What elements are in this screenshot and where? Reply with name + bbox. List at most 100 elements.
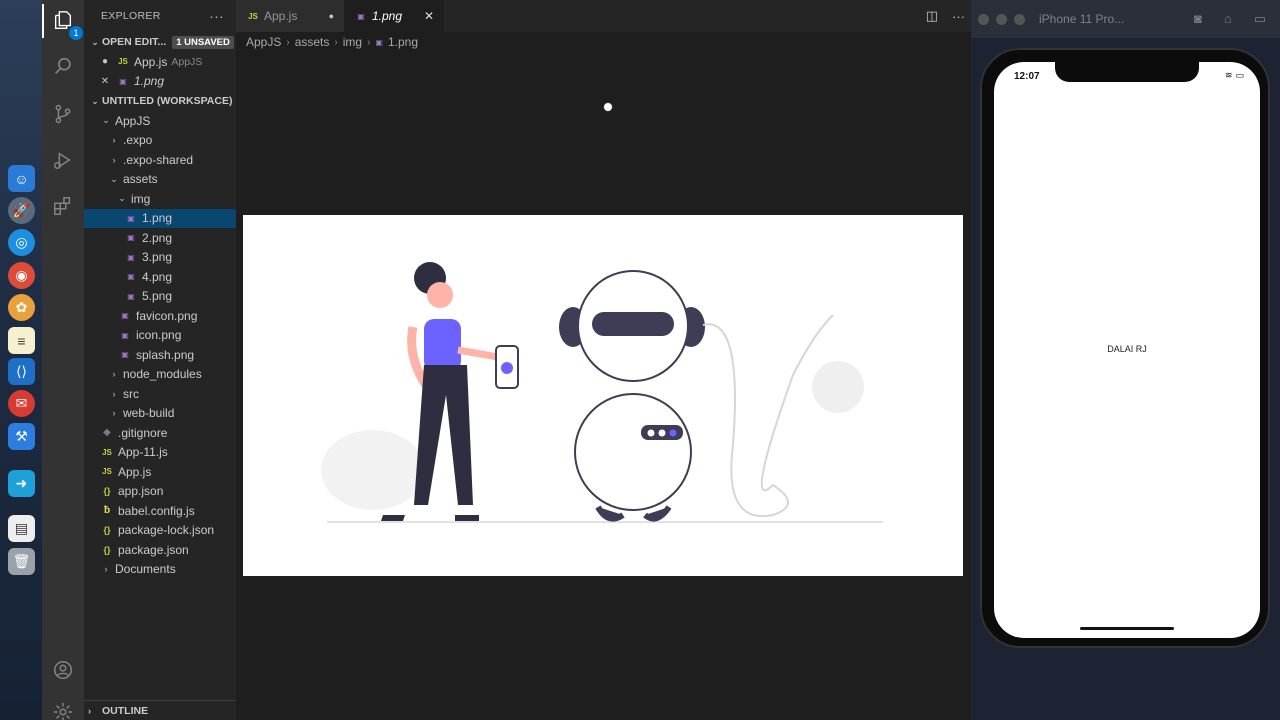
js-file-icon: JS: [102, 467, 112, 477]
finder-icon[interactable]: ☺: [8, 165, 35, 192]
screenshot-icon[interactable]: ◙: [1194, 11, 1202, 27]
split-editor-icon[interactable]: ◫: [926, 8, 938, 24]
tree-item[interactable]: ⌄ assets: [84, 170, 236, 190]
breadcrumb-item[interactable]: 1.png: [388, 35, 418, 49]
workspace-section[interactable]: ⌄ UNTITLED (WORKSPACE): [84, 91, 236, 111]
explorer-sidebar: EXPLORER ··· ⌄ OPEN EDIT... 1 UNSAVED ● …: [84, 0, 236, 720]
tree-item[interactable]: {} app.json: [84, 482, 236, 502]
tree-item[interactable]: ◆ .gitignore: [84, 423, 236, 443]
tree-item-documents[interactable]: › Documents: [84, 560, 236, 580]
tree-item[interactable]: › .expo-shared: [84, 150, 236, 170]
breadcrumb-item[interactable]: img: [343, 35, 362, 49]
open-editor-detail: AppJS: [171, 55, 203, 68]
js-file-icon: JS: [248, 11, 258, 21]
chevron-right-icon: ›: [88, 705, 91, 716]
chevron-right-icon: ›: [112, 388, 116, 399]
xcode-icon[interactable]: ⚒: [8, 423, 35, 450]
bg-circle-shape: [812, 361, 864, 413]
tree-item[interactable]: ƀ babel.config.js: [84, 501, 236, 521]
phone-screen[interactable]: 12:07 ≋ ▭ DALAI RJ: [994, 62, 1260, 638]
tree-item[interactable]: ▣ icon.png: [84, 326, 236, 346]
rotate-icon[interactable]: ▭: [1254, 11, 1266, 27]
search-icon[interactable]: [49, 52, 77, 80]
tree-item[interactable]: ⌄ img: [84, 189, 236, 209]
tree-item[interactable]: › web-build: [84, 404, 236, 424]
open-editor-item[interactable]: ● JS App.js AppJS: [84, 52, 236, 72]
tree-item[interactable]: JS App-11.js: [84, 443, 236, 463]
tree-item[interactable]: ▣ 5.png: [84, 287, 236, 307]
tree-item[interactable]: ▣ 2.png: [84, 228, 236, 248]
tree-item[interactable]: ▣ 1.png: [84, 208, 236, 228]
minimize-window-button[interactable]: [996, 13, 1007, 25]
unsaved-dot-icon[interactable]: ●: [329, 11, 334, 21]
explorer-title: EXPLORER: [101, 10, 161, 22]
image-file-icon: ▣: [121, 330, 129, 340]
tree-item[interactable]: ▣ splash.png: [84, 345, 236, 365]
chevron-right-icon: ›: [334, 36, 338, 48]
image-file-icon: ▣: [127, 272, 135, 282]
close-icon[interactable]: ✕: [98, 76, 112, 87]
file-tree: ⌄ AppJS › .expo › .expo-shared ⌄ assets ⌄ img ▣ 1.p…: [84, 111, 236, 560]
trash-icon[interactable]: 🗑: [8, 548, 35, 575]
home-indicator[interactable]: [1080, 627, 1174, 630]
breadcrumb-item[interactable]: assets: [295, 35, 330, 49]
notes-icon[interactable]: ≡: [8, 327, 35, 354]
photos-icon[interactable]: ✿: [8, 294, 35, 321]
tree-item-label: App.js: [118, 464, 152, 479]
tree-item-label: src: [123, 386, 139, 401]
tree-item[interactable]: ⌄ AppJS: [84, 111, 236, 131]
tree-item[interactable]: {} package-lock.json: [84, 521, 236, 541]
explorer-badge: 1: [69, 26, 83, 40]
tree-item[interactable]: ▣ 4.png: [84, 267, 236, 287]
tree-item[interactable]: › node_modules: [84, 365, 236, 385]
vscode-icon[interactable]: ⟨⟩: [8, 358, 35, 385]
more-actions-icon[interactable]: ···: [952, 9, 965, 24]
tree-item[interactable]: {} package.json: [84, 540, 236, 560]
explorer-icon[interactable]: 1: [49, 6, 83, 40]
document-icon[interactable]: ▤: [8, 515, 35, 542]
zoom-window-button[interactable]: [1014, 13, 1025, 25]
tree-item-label: App-11.js: [118, 445, 168, 460]
more-actions-icon[interactable]: ···: [209, 8, 224, 24]
chevron-right-icon: ›: [104, 564, 108, 575]
tree-item-label: AppJS: [115, 113, 151, 128]
chevron-right-icon: ›: [286, 36, 290, 48]
tab-bar: JS App.js ● ▣ 1.png ✕ ◫ ···: [236, 0, 971, 32]
chevron-right-icon: ›: [112, 135, 116, 146]
unsaved-dot-icon[interactable]: ●: [98, 56, 112, 67]
safari-icon[interactable]: ◎: [8, 229, 35, 256]
chevron-right-icon: ›: [112, 369, 116, 380]
tree-item[interactable]: ▣ favicon.png: [84, 306, 236, 326]
tab-app-js[interactable]: JS App.js ●: [236, 0, 344, 32]
source-control-icon[interactable]: [49, 100, 77, 128]
open-editors-section[interactable]: ⌄ OPEN EDIT... 1 UNSAVED: [84, 32, 236, 52]
chevron-right-icon: ›: [367, 36, 371, 48]
mail-icon[interactable]: ✉: [8, 390, 35, 417]
launchpad-icon[interactable]: 🚀: [8, 197, 35, 224]
chrome-icon[interactable]: ◉: [8, 262, 35, 289]
close-window-button[interactable]: [978, 13, 989, 25]
tree-item[interactable]: ▣ 3.png: [84, 248, 236, 268]
tree-item[interactable]: › src: [84, 384, 236, 404]
account-icon[interactable]: [49, 656, 77, 684]
tree-item[interactable]: JS App.js: [84, 462, 236, 482]
close-icon[interactable]: ✕: [424, 9, 434, 23]
migration-icon[interactable]: ➜: [8, 470, 35, 497]
chevron-right-icon: ›: [112, 154, 116, 165]
tree-item-label: Documents: [115, 562, 176, 577]
tree-item[interactable]: › .expo: [84, 131, 236, 151]
extensions-icon[interactable]: [49, 192, 77, 220]
breadcrumb-item[interactable]: AppJS: [246, 35, 281, 49]
image-file-icon: ▣: [127, 213, 135, 223]
run-debug-icon[interactable]: [49, 146, 77, 174]
tree-item-label: node_modules: [123, 367, 202, 382]
home-icon[interactable]: ⌂: [1224, 11, 1232, 27]
tab-1-png[interactable]: ▣ 1.png ✕: [344, 0, 444, 32]
settings-gear-icon[interactable]: [49, 698, 77, 720]
outline-section[interactable]: › OUTLINE: [84, 700, 236, 720]
image-file-icon: ▣: [375, 37, 383, 47]
open-editor-item[interactable]: ✕ ▣ 1.png: [84, 72, 236, 92]
open-editors-label: OPEN EDIT...: [102, 36, 167, 48]
tree-item-label: app.json: [118, 484, 164, 499]
chevron-down-icon: ⌄: [110, 173, 118, 184]
